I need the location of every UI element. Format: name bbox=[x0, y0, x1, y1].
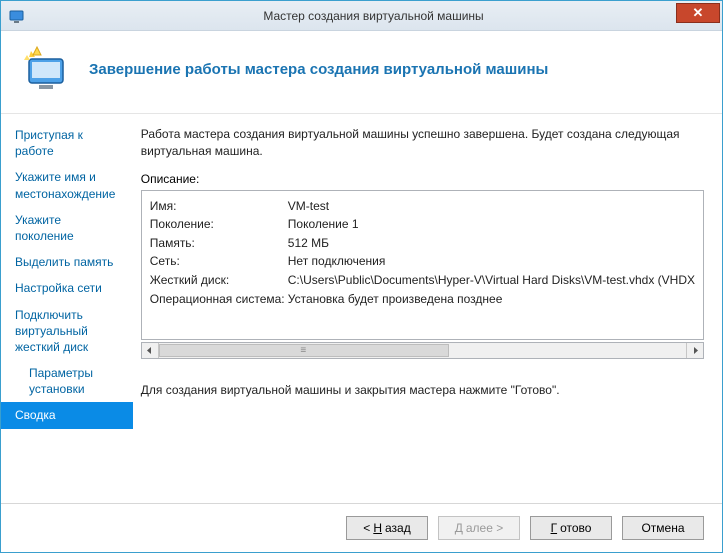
wizard-window: Мастер создания виртуальной машины ✕ Зав… bbox=[0, 0, 723, 553]
page-title: Завершение работы мастера создания вирту… bbox=[89, 61, 548, 78]
close-button[interactable]: ✕ bbox=[676, 3, 720, 23]
wizard-content: Работа мастера создания виртуальной маши… bbox=[133, 114, 722, 503]
finish-button[interactable]: Готово bbox=[530, 516, 612, 540]
scroll-thumb[interactable]: ≡ bbox=[159, 344, 449, 357]
summary-value: Поколение 1 bbox=[288, 215, 359, 234]
wizard-header: Завершение работы мастера создания вирту… bbox=[1, 31, 722, 113]
summary-key: Память: bbox=[150, 234, 288, 253]
summary-key: Операционная система: bbox=[150, 290, 288, 309]
intro-text: Работа мастера создания виртуальной маши… bbox=[141, 126, 704, 160]
summary-row-os: Операционная система: Установка будет пр… bbox=[150, 290, 695, 309]
wizard-footer: < Назад Далее > Готово Отмена bbox=[1, 503, 722, 552]
footnote-text: Для создания виртуальной машины и закрыт… bbox=[141, 383, 704, 397]
description-label: Описание: bbox=[141, 172, 704, 186]
close-icon: ✕ bbox=[693, 5, 704, 21]
wizard-body: Приступая к работе Укажите имя и местона… bbox=[1, 113, 722, 503]
summary-key: Поколение: bbox=[150, 215, 288, 234]
summary-value: 512 МБ bbox=[288, 234, 329, 253]
app-icon bbox=[9, 8, 25, 24]
titlebar: Мастер создания виртуальной машины ✕ bbox=[1, 1, 722, 31]
nav-name-location[interactable]: Укажите имя и местонахождение bbox=[1, 164, 133, 206]
summary-row-network: Сеть: Нет подключения bbox=[150, 252, 695, 271]
summary-row-name: Имя: VM-test bbox=[150, 197, 695, 216]
summary-row-memory: Память: 512 МБ bbox=[150, 234, 695, 253]
summary-value: Нет подключения bbox=[288, 252, 386, 271]
summary-row-disk: Жесткий диск: C:\Users\Public\Documents\… bbox=[150, 271, 695, 290]
summary-box: Имя: VM-test Поколение: Поколение 1 Памя… bbox=[141, 190, 704, 340]
wizard-sidebar: Приступая к работе Укажите имя и местона… bbox=[1, 114, 133, 503]
back-button[interactable]: < Назад bbox=[346, 516, 428, 540]
cancel-button[interactable]: Отмена bbox=[622, 516, 704, 540]
nav-network[interactable]: Настройка сети bbox=[1, 275, 133, 301]
window-title: Мастер создания виртуальной машины bbox=[25, 9, 722, 23]
summary-horizontal-scrollbar[interactable]: ≡ bbox=[141, 342, 704, 359]
nav-summary[interactable]: Сводка bbox=[1, 402, 133, 428]
summary-key: Имя: bbox=[150, 197, 288, 216]
nav-vhd[interactable]: Подключить виртуальный жесткий диск bbox=[1, 302, 133, 361]
scroll-grip-icon: ≡ bbox=[300, 345, 307, 356]
next-button: Далее > bbox=[438, 516, 520, 540]
nav-install-options[interactable]: Параметры установки bbox=[1, 360, 133, 402]
nav-generation[interactable]: Укажите поколение bbox=[1, 207, 133, 249]
summary-value: VM-test bbox=[288, 197, 329, 216]
summary-value: C:\Users\Public\Documents\Hyper-V\Virtua… bbox=[288, 271, 695, 290]
wizard-icon bbox=[23, 45, 71, 93]
summary-value: Установка будет произведена позднее bbox=[288, 290, 503, 309]
scroll-right-arrow-icon[interactable] bbox=[686, 343, 703, 358]
nav-getting-started[interactable]: Приступая к работе bbox=[1, 122, 133, 164]
scroll-track[interactable]: ≡ bbox=[159, 343, 686, 358]
summary-row-generation: Поколение: Поколение 1 bbox=[150, 215, 695, 234]
scroll-left-arrow-icon[interactable] bbox=[142, 343, 159, 358]
summary-key: Жесткий диск: bbox=[150, 271, 288, 290]
summary-key: Сеть: bbox=[150, 252, 288, 271]
nav-memory[interactable]: Выделить память bbox=[1, 249, 133, 275]
